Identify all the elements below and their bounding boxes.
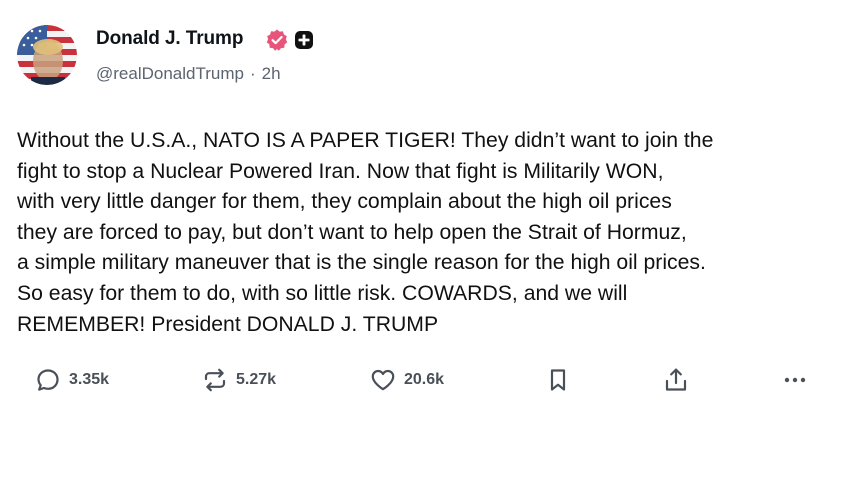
bookmark-button[interactable]: [543, 360, 573, 400]
more-options-button[interactable]: [780, 360, 810, 400]
repost-count: 5.27k: [236, 371, 277, 388]
author-handle[interactable]: @realDonaldTrump: [96, 64, 244, 83]
heart-icon: [368, 365, 398, 395]
repost-icon: [200, 365, 230, 395]
share-button[interactable]: [661, 360, 691, 400]
affiliate-badge-icon: [294, 30, 314, 50]
action-bar: 3.35k 5.27k 20.6k: [0, 360, 850, 400]
like-button[interactable]: 20.6k: [368, 360, 444, 400]
reply-count: 3.35k: [69, 371, 110, 388]
more-icon: [780, 365, 810, 395]
meta-separator: ·: [249, 64, 256, 83]
reply-button[interactable]: 3.35k: [33, 360, 109, 400]
reply-icon: [33, 365, 63, 395]
bookmark-icon: [543, 365, 573, 395]
verified-badge-icon: [265, 28, 289, 52]
repost-button[interactable]: 5.27k: [200, 360, 276, 400]
post-card: Donald J. Trump @realDonaldTrump · 2h With…: [0, 0, 850, 500]
like-count: 20.6k: [404, 371, 445, 388]
post-time[interactable]: 2h: [262, 64, 281, 83]
avatar[interactable]: [17, 25, 77, 85]
post-text: Without the U.S.A., NATO IS A PAPER TIGE…: [17, 129, 714, 336]
author-name[interactable]: Donald J. Trump: [96, 28, 243, 50]
handle-row: @realDonaldTrump · 2h: [96, 64, 281, 84]
share-icon: [661, 365, 691, 395]
